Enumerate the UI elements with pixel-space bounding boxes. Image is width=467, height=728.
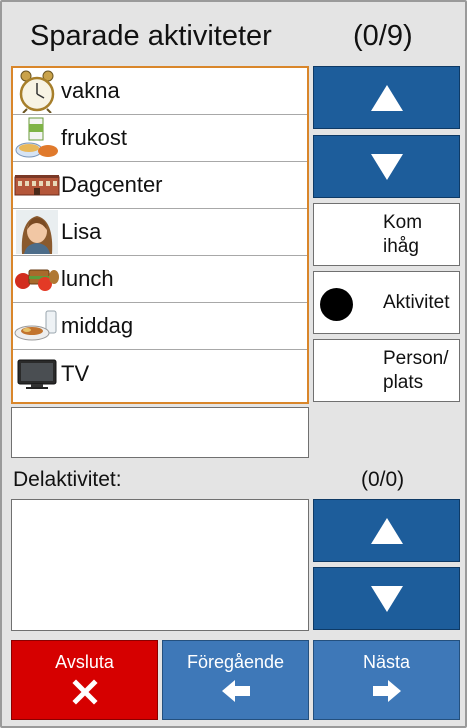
person-plats-label-line1: Person/ — [383, 348, 449, 369]
aktivitet-label: Aktivitet — [383, 292, 450, 313]
quit-label: Avsluta — [55, 652, 114, 672]
person-photo-icon — [13, 210, 61, 254]
page-title: Sparade aktiviteter — [30, 20, 272, 52]
close-icon — [71, 679, 98, 710]
text-field[interactable] — [11, 407, 309, 458]
list-item[interactable]: vakna — [13, 68, 307, 115]
tv-icon — [13, 352, 61, 396]
list-item-label: middag — [61, 313, 134, 338]
sub-scroll-down-button[interactable] — [313, 567, 460, 630]
aktivitet-option[interactable]: Aktivitet — [313, 271, 460, 334]
building-icon — [13, 163, 61, 207]
app-window: Sparade aktiviteter (0/9) vakna frukost … — [0, 0, 467, 728]
list-item[interactable]: frukost — [13, 115, 307, 162]
arrow-right-icon — [372, 679, 402, 708]
list-item-label: vakna — [61, 78, 120, 103]
list-item-label: lunch — [61, 266, 114, 291]
previous-button[interactable]: Föregående — [162, 640, 309, 720]
arrow-down-icon — [370, 153, 403, 180]
next-button[interactable]: Nästa — [313, 640, 460, 720]
dinner-icon — [13, 304, 61, 348]
list-item-label: frukost — [61, 125, 128, 150]
alarm-clock-icon — [13, 69, 61, 113]
arrow-up-icon — [370, 517, 403, 544]
list-item[interactable]: TV — [13, 350, 307, 397]
person-plats-option[interactable]: Person/ plats — [313, 339, 460, 402]
next-label: Nästa — [362, 652, 411, 672]
person-plats-label-line2: plats — [383, 372, 424, 393]
subactivity-counter: (0/0) — [361, 468, 405, 491]
kom-ihag-option[interactable]: Kom ihåg — [313, 203, 460, 266]
activity-list: vakna frukost Dagcenter Lisa lunch midda… — [11, 66, 309, 404]
breakfast-icon — [13, 116, 61, 160]
kom-ihag-label-line1: Kom — [383, 212, 423, 233]
arrow-up-icon — [370, 84, 403, 111]
subactivity-list[interactable] — [11, 499, 309, 631]
arrow-down-icon — [370, 585, 403, 612]
previous-label: Föregående — [186, 652, 285, 672]
list-item-label: Dagcenter — [61, 172, 163, 197]
scroll-down-button[interactable] — [313, 135, 460, 198]
list-item-label: TV — [61, 360, 90, 386]
list-item[interactable]: middag — [13, 303, 307, 350]
sub-scroll-up-button[interactable] — [313, 499, 460, 562]
kom-ihag-label-line2: ihåg — [383, 236, 419, 257]
arrow-left-icon — [221, 679, 251, 708]
activity-counter: (0/9) — [353, 20, 413, 52]
list-item[interactable]: Lisa — [13, 209, 307, 256]
scroll-up-button[interactable] — [313, 66, 460, 129]
list-item[interactable]: Dagcenter — [13, 162, 307, 209]
selected-indicator-icon — [320, 288, 353, 321]
lunch-icon — [13, 257, 61, 301]
quit-button[interactable]: Avsluta — [11, 640, 158, 720]
list-item[interactable]: lunch — [13, 256, 307, 303]
list-item-label: Lisa — [61, 219, 102, 244]
subactivity-heading: Delaktivitet: — [13, 468, 122, 491]
